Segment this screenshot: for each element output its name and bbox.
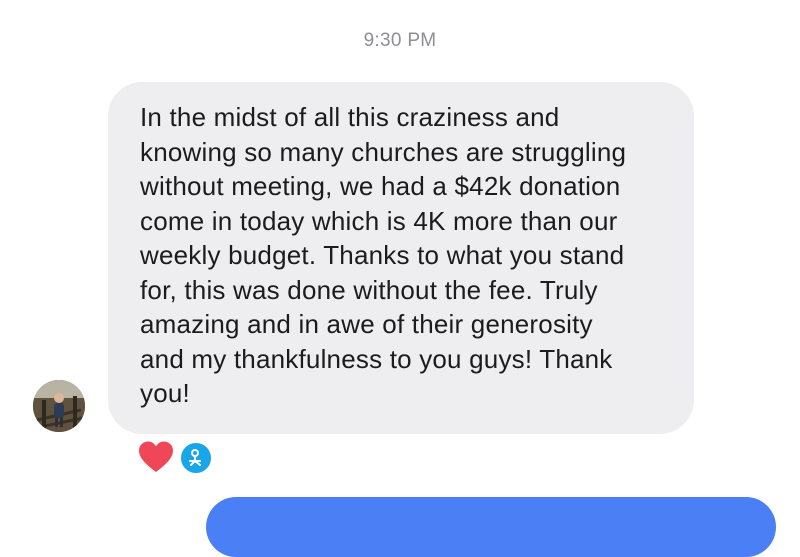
heart-icon[interactable] [138, 440, 174, 476]
reactor-avatar-icon[interactable] [179, 441, 213, 475]
outgoing-message-bubble[interactable] [206, 497, 776, 557]
message-text: In the midst of all this craziness and k… [140, 102, 627, 408]
message-timestamp: 9:30 PM [363, 30, 437, 51]
sender-avatar[interactable] [33, 380, 85, 432]
incoming-message-bubble[interactable]: In the midst of all this craziness and k… [108, 82, 694, 434]
